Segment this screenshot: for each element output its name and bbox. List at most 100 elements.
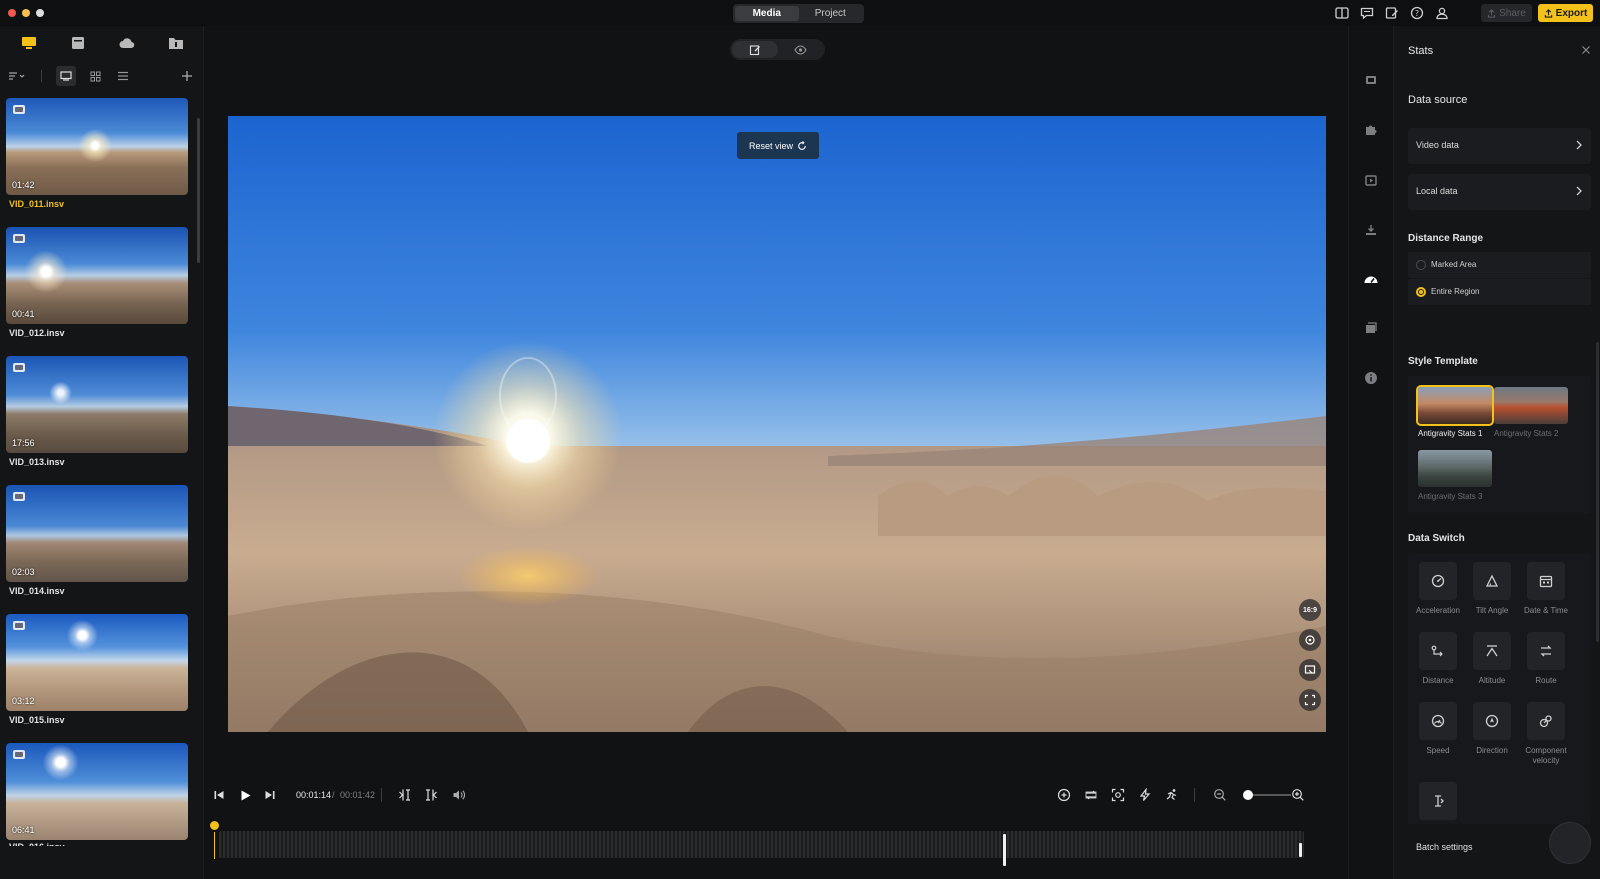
crop-view-button[interactable] (1299, 659, 1321, 681)
zoom-in-button[interactable] (1287, 784, 1309, 806)
marked-area-option[interactable]: Marked Area (1408, 252, 1591, 278)
local-data-row[interactable]: Local data (1408, 174, 1591, 210)
add-keyframe-button[interactable] (1053, 784, 1075, 806)
view-large-button[interactable] (56, 66, 76, 86)
close-window-button[interactable] (8, 9, 16, 17)
component-velocity-button[interactable] (1527, 702, 1565, 740)
media-name: VID_014.insv (9, 586, 65, 596)
video-preview[interactable]: 16:9 (228, 116, 1326, 732)
maximize-window-button[interactable] (36, 9, 44, 17)
360-video-icon (13, 621, 25, 630)
date-time-button[interactable] (1527, 562, 1565, 600)
ai-effect-button[interactable] (1134, 784, 1156, 806)
minimize-window-button[interactable] (22, 9, 30, 17)
altitude-button[interactable] (1473, 632, 1511, 670)
folder-icon[interactable] (69, 34, 87, 52)
playhead-handle[interactable] (208, 819, 221, 832)
preview-mode-button[interactable] (778, 41, 824, 58)
feedback-icon[interactable] (1359, 5, 1375, 21)
entire-region-radio[interactable] (1416, 287, 1426, 297)
trim-start-button[interactable] (394, 784, 416, 806)
speed-ramp-button[interactable] (1161, 784, 1183, 806)
text-data-button[interactable] (1419, 782, 1457, 820)
entire-region-option[interactable]: Entire Region (1408, 279, 1591, 305)
rail-download-button[interactable] (1361, 220, 1381, 240)
zoom-slider-handle[interactable] (1243, 790, 1254, 800)
edit-mode-button[interactable] (732, 41, 778, 58)
volume-button[interactable] (448, 784, 470, 806)
import-folder-icon[interactable] (167, 34, 185, 52)
timeline-track[interactable] (219, 831, 1304, 858)
download-icon (1366, 225, 1376, 235)
template-thumbnail[interactable] (1494, 387, 1568, 424)
tab-media[interactable]: Media (735, 6, 799, 21)
zoom-out-button[interactable] (1209, 784, 1231, 806)
cloud-icon[interactable] (118, 34, 136, 52)
rail-stats-button[interactable] (1361, 268, 1381, 288)
user-icon[interactable] (1434, 5, 1450, 21)
timeline-marker[interactable] (1003, 834, 1006, 866)
rail-video-button[interactable] (1361, 70, 1381, 90)
rotate-view-button[interactable] (1299, 629, 1321, 651)
fullscreen-button[interactable] (1299, 689, 1321, 711)
panorama-frame[interactable] (228, 116, 1326, 732)
media-thumbnail[interactable]: 01:42 (6, 98, 188, 195)
add-media-button[interactable] (177, 66, 197, 86)
media-thumbnail[interactable]: 06:41 (6, 743, 188, 840)
rail-layers-button[interactable] (1361, 318, 1381, 338)
media-thumbnail[interactable]: 03:12 (6, 614, 188, 711)
export-button[interactable]: Export (1538, 4, 1593, 22)
view-grid-button[interactable] (85, 66, 105, 86)
assistant-avatar[interactable] (1549, 822, 1591, 864)
media-scrollbar[interactable] (197, 118, 200, 263)
tilt-angle-button[interactable] (1473, 562, 1511, 600)
view-list-button[interactable] (113, 66, 133, 86)
media-item[interactable]: 00:41 VID_012.insv (6, 227, 188, 356)
media-thumbnail[interactable]: 00:41 (6, 227, 188, 324)
acceleration-button[interactable] (1419, 562, 1457, 600)
aspect-ratio-button[interactable]: 16:9 (1299, 599, 1321, 621)
media-item[interactable]: 01:42 VID_011.insv (6, 98, 188, 227)
tool-rail (1348, 26, 1393, 879)
share-button[interactable]: Share (1481, 4, 1532, 22)
skip-back-button[interactable] (208, 784, 230, 806)
direction-icon (1485, 714, 1499, 728)
distance-button[interactable] (1419, 632, 1457, 670)
media-icon[interactable] (20, 34, 38, 52)
media-item[interactable]: 02:03 VID_014.insv (6, 485, 188, 614)
layout-icon[interactable] (1334, 5, 1350, 21)
reset-view-button[interactable]: Reset view (737, 132, 819, 159)
close-icon[interactable] (1580, 44, 1592, 56)
speed-button[interactable] (1419, 702, 1457, 740)
direction-button[interactable] (1473, 702, 1511, 740)
media-item[interactable]: 03:12 VID_015.insv (6, 614, 188, 743)
loop-button[interactable] (1080, 784, 1102, 806)
media-thumbnail[interactable]: 17:56 (6, 356, 188, 453)
template-thumbnail[interactable] (1416, 385, 1494, 426)
media-name: VID_015.insv (9, 715, 65, 725)
marked-area-radio[interactable] (1416, 260, 1426, 270)
360-video-icon (13, 363, 25, 372)
sort-dropdown[interactable] (6, 66, 28, 86)
speed-label: Speed (1426, 746, 1450, 755)
skip-forward-button[interactable] (259, 784, 281, 806)
media-item[interactable]: 17:56 VID_013.insv (6, 356, 188, 485)
media-thumbnail[interactable]: 02:03 (6, 485, 188, 582)
stats-scrollbar[interactable] (1596, 342, 1599, 642)
edit-note-icon[interactable] (1384, 5, 1400, 21)
route-button[interactable] (1527, 632, 1565, 670)
track-subject-button[interactable] (1107, 784, 1129, 806)
tilt-angle-label: Tilt Angle (1475, 606, 1509, 615)
template-thumbnail[interactable] (1418, 450, 1492, 487)
play-button[interactable] (234, 784, 256, 806)
fullscreen-icon (1304, 694, 1316, 706)
media-item[interactable]: 06:41 VID_016.insv (6, 743, 188, 872)
rail-media-button[interactable] (1361, 170, 1381, 190)
rail-plugin-button[interactable] (1361, 120, 1381, 140)
trim-end-button[interactable] (420, 784, 442, 806)
timeline-end-marker[interactable] (1299, 843, 1302, 857)
video-data-row[interactable]: Video data (1408, 128, 1591, 164)
help-icon[interactable]: ? (1409, 5, 1425, 21)
tab-project[interactable]: Project (799, 6, 863, 21)
rail-info-button[interactable] (1361, 368, 1381, 388)
